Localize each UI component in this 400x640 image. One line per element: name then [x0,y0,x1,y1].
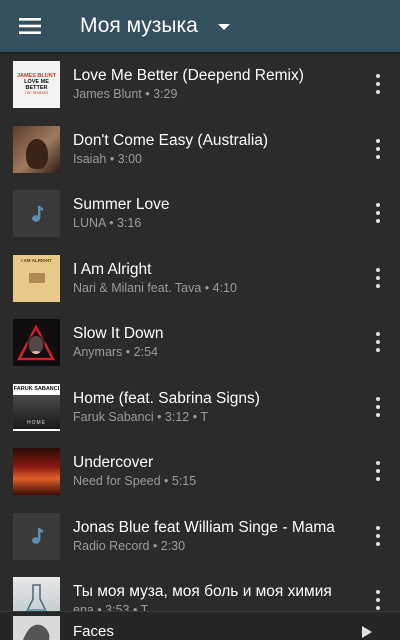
more-options-icon[interactable] [370,138,386,159]
more-options-icon[interactable] [370,203,386,223]
album-cover [13,319,60,366]
track-title: Undercover [73,454,154,471]
music-note-icon [31,205,43,222]
track-row[interactable]: Jonas Blue feat William Singe - Mama Rad… [0,504,400,569]
hamburger-menu-icon [19,18,41,34]
track-title: Love Me Better (Deepend Remix) [73,67,304,84]
more-options-icon[interactable] [370,590,386,610]
track-subtitle: Radio Record • 2:30 [73,538,186,553]
more-options-icon[interactable] [370,396,386,417]
track-title: Summer Love [73,196,170,213]
track-row[interactable]: JAMES BLUNT LOVE ME BETTER THE REMIXES L… [0,52,400,117]
play-icon[interactable] [362,626,372,638]
track-subtitle: Isaiah • 3:00 [73,151,143,166]
track-row[interactable]: FARUK SABANCI HOME Home (feat. Sabrina S… [0,375,400,440]
more-options-icon[interactable] [370,461,386,481]
playlist-selector[interactable]: Моя музыка [80,14,230,38]
cover-text: THE REMIXES [24,91,49,95]
more-options-icon[interactable] [370,332,386,352]
now-playing-cover [13,616,60,640]
album-cover [13,190,60,237]
album-cover [13,512,60,560]
track-list: JAMES BLUNT LOVE ME BETTER THE REMIXES L… [0,52,400,633]
now-playing-title: Faces [73,623,114,640]
track-title: Ты моя муза, моя боль и моя химия [73,583,332,600]
track-title: I Am Alright [73,260,152,278]
app-toolbar: Моя музыка [0,0,400,52]
caret-down-icon [217,24,230,30]
more-options-icon[interactable] [370,267,386,288]
cover-text: I AM ALRIGHT [21,257,52,263]
cover-text: FARUK SABANCI [13,385,60,392]
cover-text: HOME [27,419,46,426]
track-row[interactable]: Summer Love LUNA • 3:16 [0,181,400,246]
track-row[interactable]: Undercover Need for Speed • 5:15 [0,439,400,504]
album-cover: JAMES BLUNT LOVE ME BETTER THE REMIXES [13,61,60,108]
track-title: Don't Come Easy (Australia) [73,131,269,149]
album-cover: I AM ALRIGHT [13,254,60,302]
album-cover [13,448,60,495]
album-cover [13,125,60,173]
page-title: Моя музыка [80,14,198,37]
track-title: Home (feat. Sabrina Signs) [73,389,260,407]
track-subtitle: Nari & Milani feat. Tava • 4:10 [73,280,237,295]
cover-text: LOVE ME BETTER [24,79,49,91]
mini-player[interactable]: Faces [0,611,400,640]
track-row[interactable]: Slow It Down Anymars • 2:54 [0,310,400,375]
track-row[interactable]: Don't Come Easy (Australia) Isaiah • 3:0… [0,117,400,182]
track-subtitle: Anymars • 2:54 [73,345,158,359]
track-title: Slow It Down [73,325,164,342]
track-title: Jonas Blue feat William Singe - Mama [73,518,335,536]
track-subtitle: Faruk Sabanci • 3:12 • T [73,409,208,424]
music-note-icon [31,528,43,544]
more-options-icon[interactable] [370,525,386,546]
menu-button[interactable] [0,0,60,52]
album-cover: FARUK SABANCI HOME [13,383,60,431]
more-options-icon[interactable] [370,74,386,94]
track-subtitle: James Blunt • 3:29 [73,87,178,101]
track-subtitle: Need for Speed • 5:15 [73,474,197,488]
track-row[interactable]: I AM ALRIGHT I Am Alright Nari & Milani … [0,246,400,311]
track-subtitle: LUNA • 3:16 [73,216,142,230]
